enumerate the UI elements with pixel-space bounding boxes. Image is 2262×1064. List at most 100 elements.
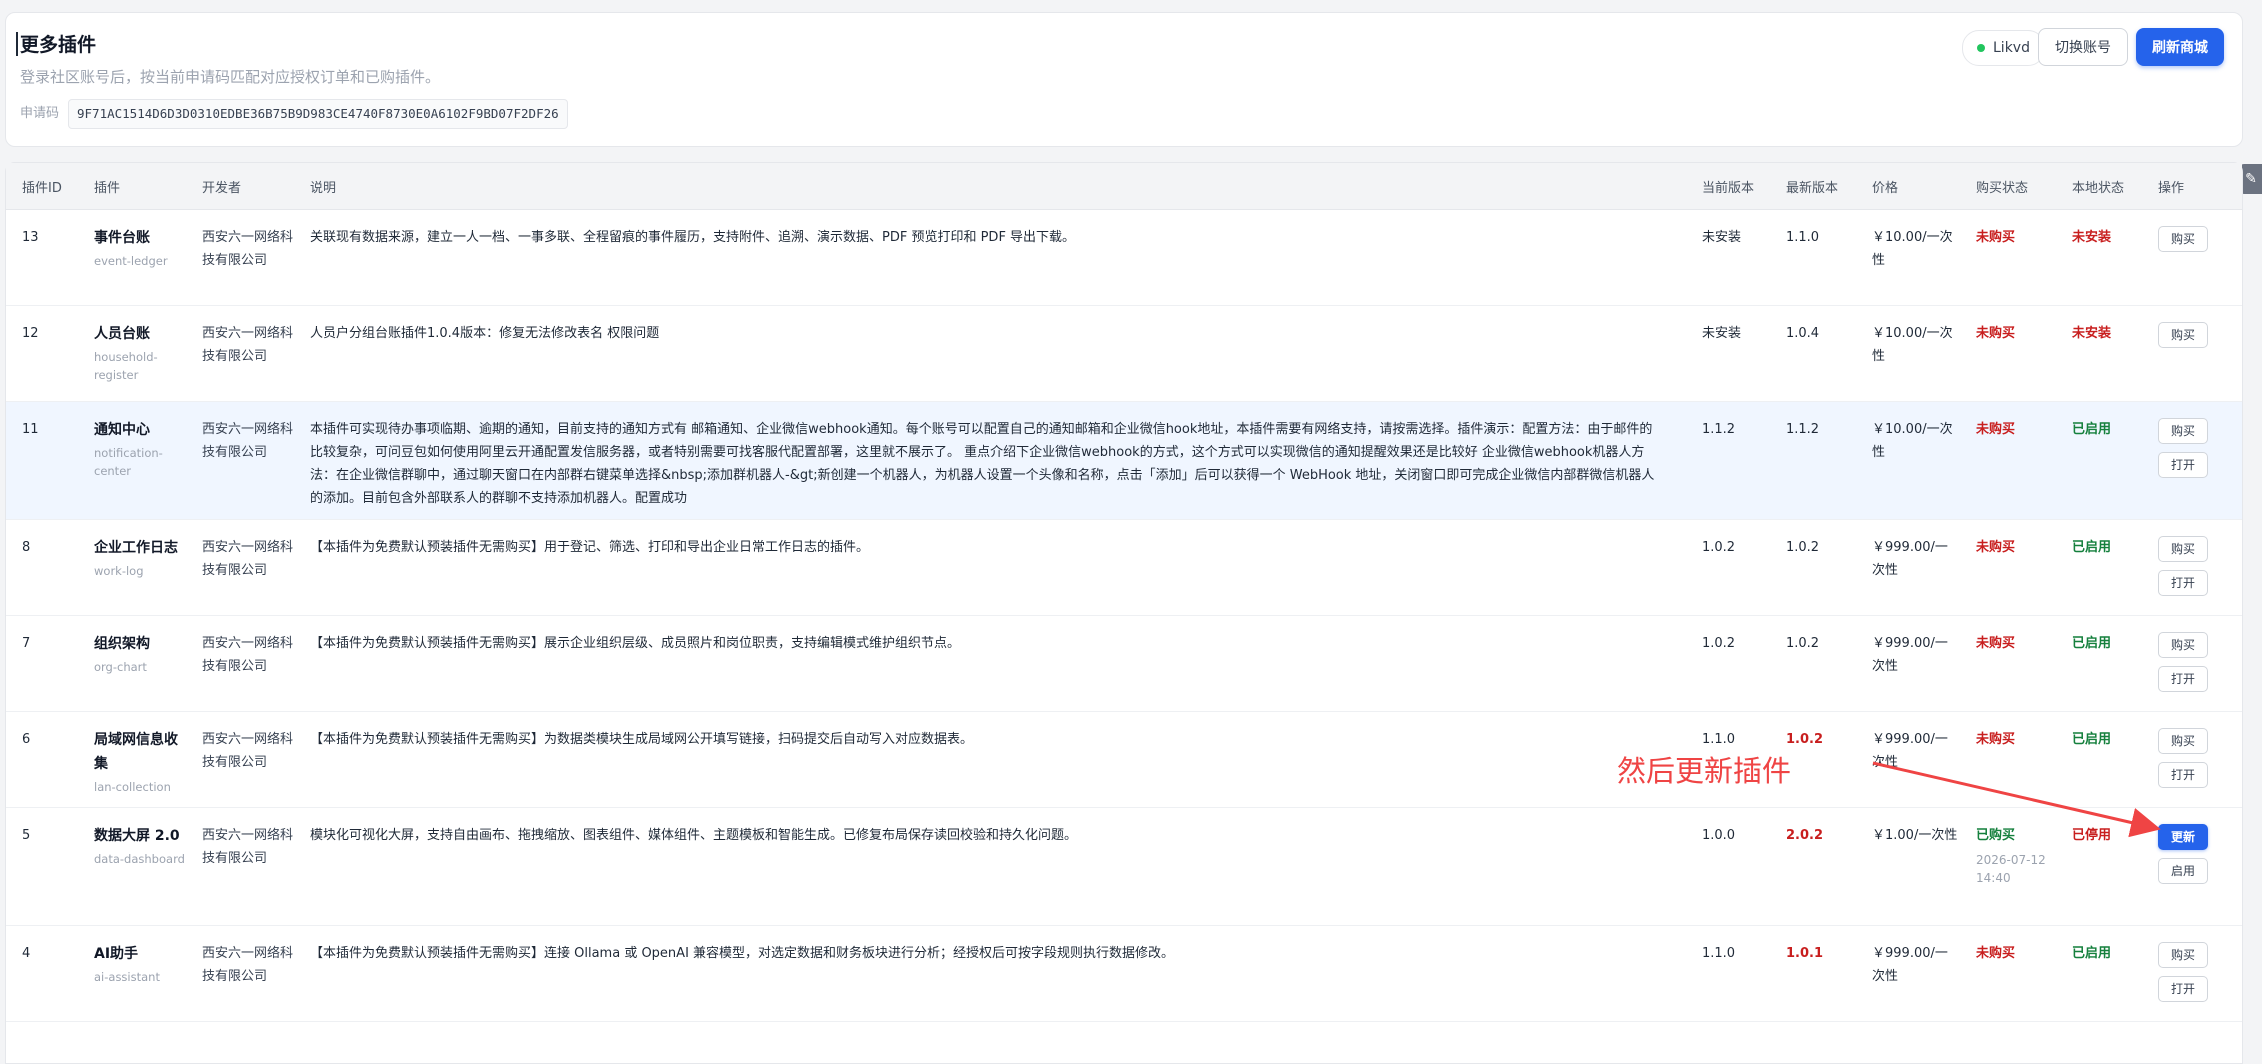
cell-latest-version: 1.1.0: [1770, 209, 1856, 306]
cell-current-version: 1.1.0: [1686, 925, 1770, 1022]
col-header-id: 插件ID: [6, 163, 78, 210]
plugin-table: 插件ID 插件 开发者 说明 当前版本 最新版本 价格 购买状态 本地状态 操作…: [6, 163, 2242, 1022]
cell-current-version: 未安装: [1686, 209, 1770, 306]
cell-price: ￥999.00/一次性: [1856, 615, 1960, 712]
col-header-developer: 开发者: [186, 163, 294, 210]
cell-purchase-status: 已购买 2026-07-12 14:40: [1960, 807, 2056, 926]
cell-description: 关联现有数据来源，建立一人一档、一事多联、全程留痕的事件履历，支持附件、追溯、演…: [294, 209, 1686, 306]
col-header-current-version: 当前版本: [1686, 163, 1770, 210]
plugin-slug: household-register: [94, 350, 158, 382]
cell-current-version: 未安装: [1686, 305, 1770, 402]
plugin-name: 通知中心: [94, 422, 150, 438]
buy-button[interactable]: 购买: [2158, 322, 2208, 348]
cell-plugin: 数据大屏 2.0 data-dashboard: [78, 807, 186, 926]
cell-purchase-status: 未购买: [1960, 615, 2056, 712]
update-button[interactable]: 更新: [2158, 824, 2208, 850]
col-header-actions: 操作: [2142, 163, 2242, 210]
plugin-slug: work-log: [94, 564, 144, 578]
cell-actions: 购买 打开: [2142, 615, 2242, 712]
cell-price: ￥999.00/一次性: [1856, 519, 1960, 616]
magic-wand-icon[interactable]: ✎: [2240, 164, 2262, 194]
cell-developer: 西安六一网络科技有限公司: [186, 305, 294, 402]
col-header-plugin: 插件: [78, 163, 186, 210]
plugin-name: 数据大屏 2.0: [94, 828, 180, 844]
cell-price: ￥1.00/一次性: [1856, 807, 1960, 926]
cell-local-status: 已启用: [2056, 615, 2142, 712]
cell-local-status: 已启用: [2056, 925, 2142, 1022]
application-code[interactable]: 9F71AC1514D6D3D0310EDBE36B75B9D983CE4740…: [68, 99, 568, 129]
cell-description: 模块化可视化大屏，支持自由画布、拖拽缩放、图表组件、媒体组件、主题模板和智能生成…: [294, 807, 1686, 926]
purchase-date: 2026-07-12 14:40: [1976, 853, 2046, 885]
col-header-description: 说明: [294, 163, 1686, 210]
user-name: Likvd: [1993, 40, 2030, 56]
online-dot-icon: [1977, 44, 1985, 52]
refresh-store-button[interactable]: 刷新商城: [2136, 28, 2224, 66]
cell-description: 人员户分组台账插件1.0.4版本：修复无法修改表名 权限问题: [294, 305, 1686, 402]
cell-plugin: 组织架构 org-chart: [78, 615, 186, 712]
cell-purchase-status: 未购买: [1960, 711, 2056, 808]
cell-plugin: 局域网信息收集 lan-collection: [78, 711, 186, 808]
text-cursor: [16, 32, 18, 56]
cell-developer: 西安六一网络科技有限公司: [186, 615, 294, 712]
cell-developer: 西安六一网络科技有限公司: [186, 711, 294, 808]
plugin-name: AI助手: [94, 946, 139, 962]
table-row: 6 局域网信息收集 lan-collection 西安六一网络科技有限公司 【本插…: [6, 711, 2242, 808]
cell-description: 【本插件为免费默认预装插件无需购买】展示企业组织层级、成员照片和岗位职责，支持编…: [294, 615, 1686, 712]
buy-button[interactable]: 购买: [2158, 728, 2208, 754]
cell-local-status: 已启用: [2056, 711, 2142, 808]
cell-purchase-status: 未购买: [1960, 401, 2056, 520]
table-row: 8 企业工作日志 work-log 西安六一网络科技有限公司 【本插件为免费默认预…: [6, 519, 2242, 616]
buy-button[interactable]: 购买: [2158, 418, 2208, 444]
cell-description: 本插件可实现待办事项临期、逾期的通知，目前支持的通知方式有 邮箱通知、企业微信w…: [294, 401, 1686, 520]
open-button[interactable]: 打开: [2158, 762, 2208, 788]
cell-plugin: AI助手 ai-assistant: [78, 925, 186, 1022]
cell-id: 12: [6, 305, 78, 402]
cell-purchase-status: 未购买: [1960, 925, 2056, 1022]
buy-button[interactable]: 购买: [2158, 632, 2208, 658]
plugin-slug: ai-assistant: [94, 970, 160, 984]
plugin-name: 局域网信息收集: [94, 732, 178, 772]
col-header-purchase-status: 购买状态: [1960, 163, 2056, 210]
cell-id: 13: [6, 209, 78, 306]
plugin-slug: data-dashboard: [94, 852, 185, 866]
cell-local-status: 已启用: [2056, 519, 2142, 616]
cell-price: ￥10.00/一次性: [1856, 401, 1960, 520]
cell-price: ￥10.00/一次性: [1856, 209, 1960, 306]
open-button[interactable]: 打开: [2158, 976, 2208, 1002]
open-button[interactable]: 打开: [2158, 570, 2208, 596]
table-row: 12 人员台账 household-register 西安六一网络科技有限公司 人…: [6, 305, 2242, 402]
cell-id: 4: [6, 925, 78, 1022]
plugin-slug: org-chart: [94, 660, 147, 674]
page-title: 更多插件: [20, 34, 97, 56]
buy-button[interactable]: 购买: [2158, 536, 2208, 562]
cell-price: ￥999.00/一次性: [1856, 711, 1960, 808]
open-button[interactable]: 打开: [2158, 452, 2208, 478]
annotation-text: 然后更新插件: [1617, 754, 1792, 788]
cell-developer: 西安六一网络科技有限公司: [186, 925, 294, 1022]
cell-plugin: 人员台账 household-register: [78, 305, 186, 402]
switch-account-button[interactable]: 切换账号: [2038, 28, 2128, 66]
cell-price: ￥999.00/一次性: [1856, 925, 1960, 1022]
plugin-name: 组织架构: [94, 636, 150, 652]
cell-latest-version: 1.0.2: [1770, 519, 1856, 616]
buy-button[interactable]: 购买: [2158, 226, 2208, 252]
cell-id: 8: [6, 519, 78, 616]
cell-plugin: 事件台账 event-ledger: [78, 209, 186, 306]
cell-purchase-status: 未购买: [1960, 209, 2056, 306]
cell-id: 7: [6, 615, 78, 712]
plugin-table-container: 插件ID 插件 开发者 说明 当前版本 最新版本 价格 购买状态 本地状态 操作…: [5, 162, 2243, 1064]
table-row: 5 数据大屏 2.0 data-dashboard 西安六一网络科技有限公司 模块…: [6, 807, 2242, 926]
cell-current-version: 1.0.2: [1686, 519, 1770, 616]
user-pill[interactable]: Likvd: [1962, 30, 2045, 66]
enable-button[interactable]: 启用: [2158, 858, 2208, 884]
cell-developer: 西安六一网络科技有限公司: [186, 209, 294, 306]
cell-actions: 购买 打开: [2142, 711, 2242, 808]
open-button[interactable]: 打开: [2158, 666, 2208, 692]
cell-local-status: 未安装: [2056, 305, 2142, 402]
buy-button[interactable]: 购买: [2158, 942, 2208, 968]
plugin-name: 企业工作日志: [94, 540, 178, 556]
table-row: 4 AI助手 ai-assistant 西安六一网络科技有限公司 【本插件为免费默…: [6, 925, 2242, 1022]
cell-description: 【本插件为免费默认预装插件无需购买】连接 Ollama 或 OpenAI 兼容模…: [294, 925, 1686, 1022]
plugin-name: 事件台账: [94, 230, 150, 246]
table-header-row: 插件ID 插件 开发者 说明 当前版本 最新版本 价格 购买状态 本地状态 操作: [6, 163, 2242, 210]
